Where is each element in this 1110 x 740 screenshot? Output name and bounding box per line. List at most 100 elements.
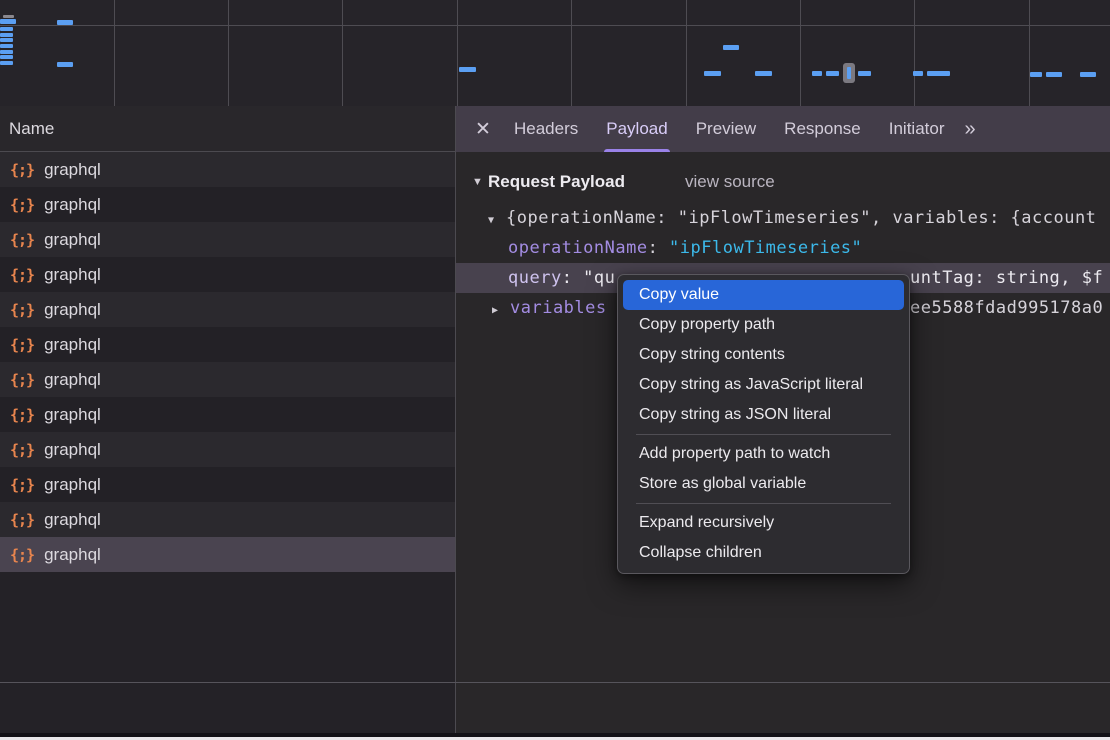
network-request-row[interactable]: {;} graphql: [0, 152, 455, 187]
timeline-gridline: [457, 0, 458, 106]
close-icon[interactable]: ✕: [466, 118, 500, 141]
network-overview-timeline[interactable]: [0, 0, 1110, 107]
more-tabs-icon[interactable]: »: [964, 118, 973, 141]
waterfall-marker-bar: [847, 67, 851, 79]
json-request-icon: {;}: [10, 546, 34, 564]
menu-separator: [636, 503, 891, 504]
name-column-label: Name: [9, 119, 54, 139]
waterfall-bar: [1030, 72, 1042, 77]
menu-item-store-as-global-variable[interactable]: Store as global variable: [623, 469, 904, 499]
triangle-down-icon: ▼: [488, 206, 506, 233]
footer-divider: [0, 682, 1110, 683]
view-source-link[interactable]: view source: [685, 172, 775, 192]
payload-root-row[interactable]: ▼{operationName: "ipFlowTimeseries", var…: [456, 203, 1110, 233]
triangle-down-icon: ▼: [472, 176, 488, 188]
waterfall-bar: [0, 50, 13, 54]
request-payload-section[interactable]: ▼ Request Payload view source: [456, 167, 1110, 197]
waterfall-bar: [0, 55, 13, 59]
menu-item-copy-string-contents[interactable]: Copy string contents: [623, 340, 904, 370]
waterfall-bar: [812, 71, 822, 76]
timeline-gridline: [800, 0, 801, 106]
network-request-row[interactable]: {;} graphql: [0, 502, 455, 537]
request-name-label: graphql: [44, 510, 101, 530]
waterfall-bar: [826, 71, 839, 76]
waterfall-bar: [0, 61, 13, 65]
waterfall-bar: [0, 44, 13, 48]
tab-response[interactable]: Response: [770, 106, 875, 152]
menu-item-copy-string-as-javascript-literal[interactable]: Copy string as JavaScript literal: [623, 370, 904, 400]
request-name-label: graphql: [44, 265, 101, 285]
network-request-row[interactable]: {;} graphql: [0, 257, 455, 292]
waterfall-bar: [858, 71, 871, 76]
timeline-gridline: [0, 25, 1110, 26]
context-menu: Copy valueCopy property pathCopy string …: [617, 274, 910, 574]
menu-item-copy-string-as-json-literal[interactable]: Copy string as JSON literal: [623, 400, 904, 430]
request-name-label: graphql: [44, 230, 101, 250]
network-request-row[interactable]: {;} graphql: [0, 327, 455, 362]
timeline-gridline: [1029, 0, 1030, 106]
payload-row-operation-name[interactable]: operationName: "ipFlowTimeseries": [456, 233, 1110, 263]
network-request-row[interactable]: {;} graphql: [0, 222, 455, 257]
waterfall-bar: [0, 27, 13, 31]
menu-item-copy-value[interactable]: Copy value: [623, 280, 904, 310]
waterfall-bar: [927, 71, 950, 76]
waterfall-bar: [723, 45, 739, 50]
timeline-gridline: [228, 0, 229, 106]
waterfall-bar: [459, 67, 476, 72]
waterfall-bar: [755, 71, 772, 76]
json-request-icon: {;}: [10, 161, 34, 179]
network-request-row[interactable]: {;}graphql: [0, 362, 455, 397]
json-request-icon: {;}: [10, 441, 34, 459]
tab-payload[interactable]: Payload: [592, 106, 681, 152]
network-request-row[interactable]: {;} graphql: [0, 187, 455, 222]
request-name-label: graphql: [44, 545, 101, 565]
tab-headers[interactable]: Headers: [500, 106, 592, 152]
request-name-label: graphql: [44, 440, 101, 460]
menu-item-collapse-children[interactable]: Collapse children: [623, 538, 904, 568]
menu-item-expand-recursively[interactable]: Expand recursively: [623, 508, 904, 538]
waterfall-bar: [57, 20, 73, 25]
requests-list: {;} graphql {;} graphql {;} graphql {;} graphql…: [0, 152, 455, 572]
variables-value-fragment: ee5588fdad995178a0: [910, 293, 1103, 323]
request-name-label: graphql: [44, 335, 101, 355]
json-request-icon: {;}: [10, 511, 34, 529]
network-request-row[interactable]: {;}graphql: [0, 397, 455, 432]
menu-separator: [636, 434, 891, 435]
waterfall-bar: [1046, 72, 1062, 77]
network-request-row[interactable]: {;} graphql: [0, 432, 455, 467]
devtools-network-panel: Name {;}graphql{;}graphql{;}graphql{;}gr…: [0, 0, 1110, 740]
network-request-row[interactable]: {;} graphql: [0, 467, 455, 502]
waterfall-bar: [57, 62, 73, 67]
waterfall-bar: [1080, 72, 1096, 77]
query-value-fragment: untTag: string, $f: [910, 263, 1103, 293]
triangle-right-icon: ▶: [492, 296, 510, 323]
waterfall-hover-marker: [843, 63, 855, 83]
timeline-gridline: [914, 0, 915, 106]
menu-item-copy-property-path[interactable]: Copy property path: [623, 310, 904, 340]
request-name-label: graphql: [44, 475, 101, 495]
payload-preview-text: {operationName: "ipFlowTimeseries", vari…: [506, 208, 1096, 228]
waterfall-bar: [0, 19, 16, 24]
json-request-icon: {;}: [10, 266, 34, 284]
waterfall-bar: [3, 15, 14, 18]
json-request-icon: {;}: [10, 371, 34, 389]
name-column-header[interactable]: Name: [0, 106, 455, 152]
operation-name-value: "ipFlowTimeseries": [669, 238, 862, 258]
waterfall-bar: [704, 71, 721, 76]
request-name-label: graphql: [44, 160, 101, 180]
timeline-gridline: [114, 0, 115, 106]
network-request-row[interactable]: {;} graphql: [0, 537, 455, 572]
request-name-label: graphql: [44, 195, 101, 215]
waterfall-bar: [913, 71, 923, 76]
requests-table: Name {;}graphql{;}graphql{;}graphql{;}gr…: [0, 106, 456, 733]
timeline-gridline: [342, 0, 343, 106]
tab-preview[interactable]: Preview: [682, 106, 770, 152]
json-request-icon: {;}: [10, 231, 34, 249]
menu-item-add-property-path-to-watch[interactable]: Add property path to watch: [623, 439, 904, 469]
json-request-icon: {;}: [10, 476, 34, 494]
tab-initiator[interactable]: Initiator: [875, 106, 959, 152]
network-request-row[interactable]: {;}graphql: [0, 292, 455, 327]
json-request-icon: {;}: [10, 336, 34, 354]
json-request-icon: {;}: [10, 196, 34, 214]
request-payload-title: Request Payload: [488, 172, 625, 192]
